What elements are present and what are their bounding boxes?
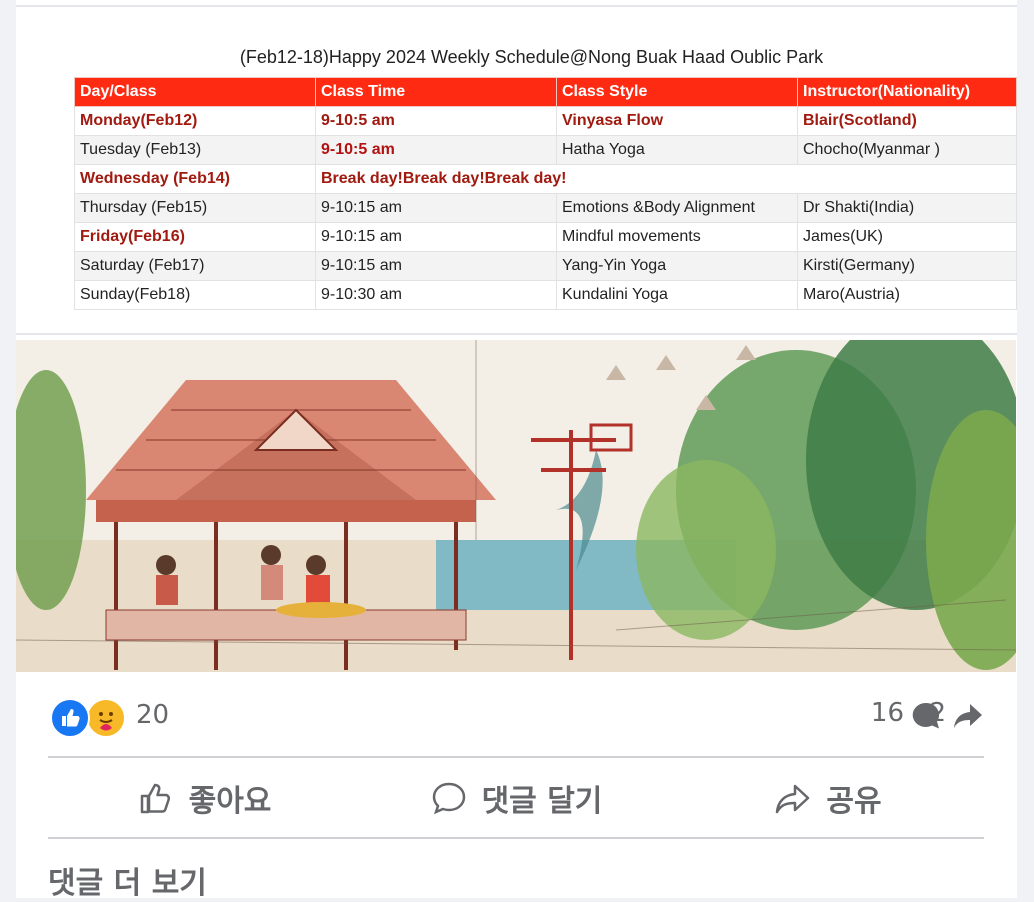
- comment-label: 댓글 달기: [481, 784, 603, 819]
- divider: [48, 837, 984, 839]
- table-cell: Maro(Austria): [797, 280, 1017, 310]
- reactions-bar: 20 16 2: [48, 690, 988, 740]
- table-cell: Wednesday (Feb14): [74, 164, 316, 194]
- table-cell: Friday(Feb16): [74, 222, 316, 252]
- comment-bubble-icon: [432, 782, 465, 815]
- table-cell: Yang-Yin Yoga: [556, 251, 798, 281]
- thumbs-up-icon: [140, 783, 170, 814]
- schedule-title: (Feb12-18)Happy 2024 Weekly Schedule@Non…: [239, 47, 824, 67]
- schedule-image[interactable]: (Feb12-18)Happy 2024 Weekly Schedule@Non…: [16, 7, 1017, 335]
- column-header: Class Style: [556, 77, 798, 107]
- table-cell: Emotions &Body Alignment: [556, 193, 798, 223]
- table-row: Tuesday (Feb13) 9-10:5 am Hatha Yoga Cho…: [74, 135, 1017, 165]
- table-row: Thursday (Feb15) 9-10:15 am Emotions &Bo…: [74, 193, 1017, 223]
- column-header: Day/Class: [74, 77, 316, 107]
- watercolor-illustration: [16, 340, 1016, 672]
- table-cell: 9-10:15 am: [315, 222, 557, 252]
- table-cell: Hatha Yoga: [556, 135, 798, 165]
- share-button[interactable]: 공유: [672, 760, 984, 836]
- comment-count[interactable]: 16: [871, 698, 904, 728]
- reaction-count[interactable]: 20: [136, 700, 169, 730]
- divider: [48, 756, 984, 758]
- column-header: Class Time: [315, 77, 557, 107]
- table-cell: Break day!Break day!Break day!: [315, 164, 1017, 194]
- care-icon[interactable]: [86, 698, 126, 738]
- table-row: Friday(Feb16) 9-10:15 am Mindful movemen…: [74, 222, 1017, 252]
- share-count[interactable]: 2: [929, 698, 946, 728]
- table-cell: Kirsti(Germany): [797, 251, 1017, 281]
- comment-button[interactable]: 댓글 달기: [360, 760, 672, 836]
- painting-image[interactable]: [16, 340, 1016, 672]
- table-cell: James(UK): [797, 222, 1017, 252]
- table-row: Wednesday (Feb14) Break day!Break day!Br…: [74, 164, 1017, 194]
- table-cell: 9-10:15 am: [315, 193, 557, 223]
- table-cell: Saturday (Feb17): [74, 251, 316, 281]
- table-cell: Tuesday (Feb13): [74, 135, 316, 165]
- column-header: Instructor(Nationality): [797, 77, 1017, 107]
- share-arrow-icon: [776, 784, 810, 814]
- table-cell: 9-10:5 am: [315, 106, 557, 136]
- table-cell: Sunday(Feb18): [74, 280, 316, 310]
- share-icon: [954, 704, 982, 728]
- table-cell: 9-10:30 am: [315, 280, 557, 310]
- like-label: 좋아요: [188, 784, 272, 819]
- table-cell: 9-10:5 am: [315, 135, 557, 165]
- share-label: 공유: [826, 784, 882, 819]
- table-cell: Kundalini Yoga: [556, 280, 798, 310]
- action-bar: 좋아요 댓글 달기 공유: [48, 760, 984, 836]
- like-icon[interactable]: [50, 698, 90, 738]
- table-cell: Monday(Feb12): [74, 106, 316, 136]
- schedule-table: Day/Class Class Time Class Style Instruc…: [74, 77, 1017, 310]
- table-cell: Dr Shakti(India): [797, 193, 1017, 223]
- table-row: Sunday(Feb18) 9-10:30 am Kundalini Yoga …: [74, 280, 1017, 310]
- table-cell: 9-10:15 am: [315, 251, 557, 281]
- table-cell: Chocho(Myanmar ): [797, 135, 1017, 165]
- table-row: Saturday (Feb17) 9-10:15 am Yang-Yin Yog…: [74, 251, 1017, 281]
- table-cell: Thursday (Feb15): [74, 193, 316, 223]
- table-cell: Mindful movements: [556, 222, 798, 252]
- like-button[interactable]: 좋아요: [48, 760, 360, 836]
- more-comments-link[interactable]: 댓글 더 보기: [48, 858, 207, 902]
- table-cell: Blair(Scotland): [797, 106, 1017, 136]
- table-cell: Vinyasa Flow: [556, 106, 798, 136]
- table-row: Monday(Feb12) 9-10:5 am Vinyasa Flow Bla…: [74, 106, 1017, 136]
